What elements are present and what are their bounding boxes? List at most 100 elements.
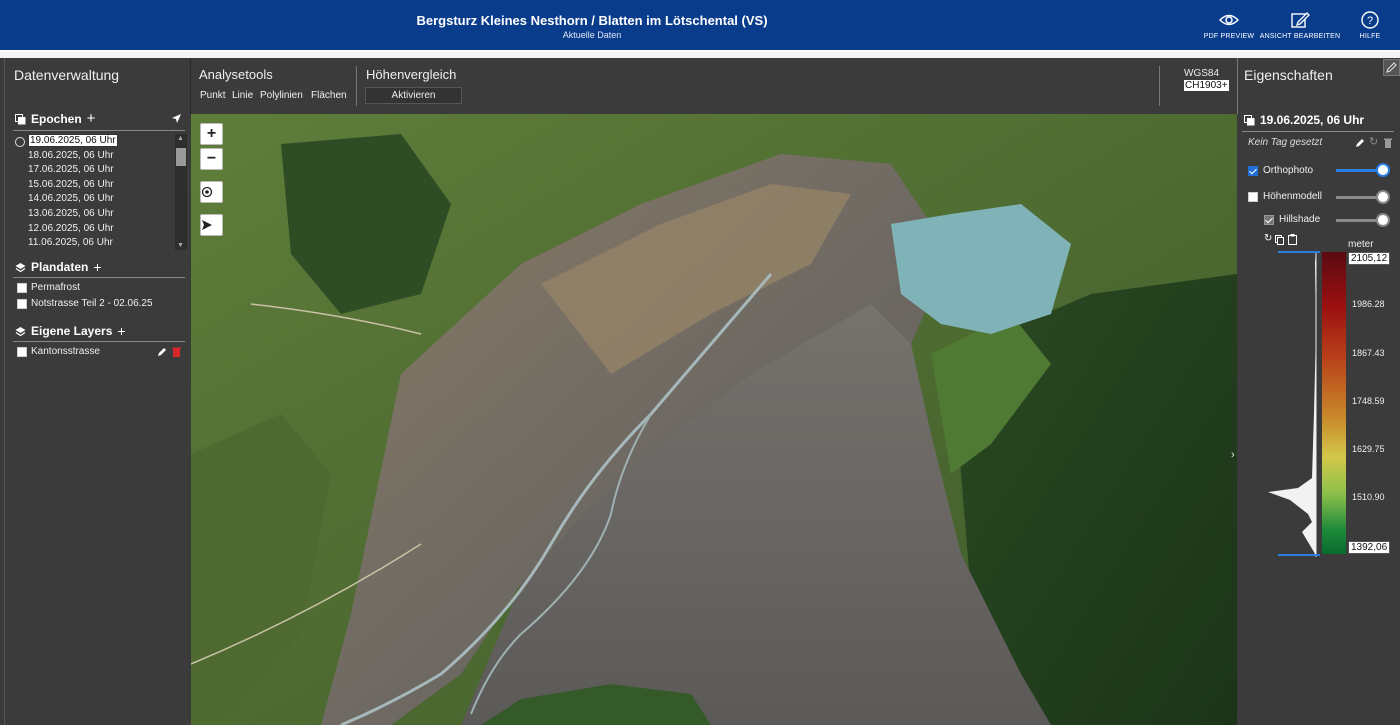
epoch-item[interactable]: 11.06.2025, 06 Uhr — [15, 236, 185, 251]
help-icon: ? — [1361, 11, 1379, 29]
locate-me-button[interactable] — [200, 181, 223, 203]
epoch-item[interactable]: 13.06.2025, 06 Uhr — [15, 207, 185, 222]
trash-icon[interactable] — [172, 347, 181, 357]
layer-label: Orthophoto — [1263, 165, 1314, 176]
eigene-layers-header: Eigene Layers + — [15, 323, 126, 339]
plandaten-label: Plandaten — [31, 260, 89, 274]
add-epoch-icon[interactable]: + — [87, 111, 96, 126]
ansicht-bearbeiten-button[interactable]: ANSICHT BEARBEITEN — [1258, 10, 1342, 40]
crs-wgs84[interactable]: WGS84 — [1184, 68, 1229, 80]
play-arrow-icon — [202, 220, 212, 230]
edit-panel-icon[interactable] — [1383, 59, 1400, 76]
checkbox[interactable] — [17, 346, 27, 357]
hilfe-label: HILFE — [1359, 33, 1381, 40]
zoom-in-button[interactable]: + — [200, 123, 223, 145]
layer-hoehenmodell[interactable]: Höhenmodell — [1248, 191, 1322, 202]
eigenschaften-title: Eigenschaften — [1244, 67, 1333, 83]
eigene-layers-label: Eigene Layers — [31, 324, 113, 338]
epoch-item[interactable]: 15.06.2025, 06 Uhr — [15, 178, 185, 193]
pencil-icon[interactable] — [1355, 138, 1365, 148]
checkbox[interactable] — [1248, 165, 1258, 176]
hilfe-button[interactable]: ? HILFE — [1350, 10, 1390, 40]
trash-icon[interactable] — [1384, 138, 1392, 148]
plandaten-item-label: Permafrost — [31, 282, 80, 293]
tick-label: 1867.43 — [1352, 348, 1385, 358]
map-view[interactable]: + − ⌃ ‹ › — [191, 114, 1237, 725]
epoch-item[interactable]: 14.06.2025, 06 Uhr — [15, 192, 185, 207]
plandaten-header: Plandaten + — [15, 259, 102, 275]
tool-flaechen[interactable]: Flächen — [311, 90, 347, 101]
layer-item[interactable]: Kantonsstrasse — [17, 346, 100, 357]
layers-icon — [15, 326, 26, 336]
checkbox[interactable] — [17, 282, 27, 293]
checkbox[interactable] — [17, 298, 27, 309]
epoch-radio[interactable] — [15, 137, 25, 147]
tool-punkt[interactable]: Punkt — [200, 90, 226, 101]
navigate-button[interactable] — [200, 214, 223, 236]
clipboard-icon[interactable] — [1288, 234, 1297, 245]
crs-ch1903[interactable]: CH1903+ — [1184, 80, 1229, 91]
analysetools-title: Analysetools — [199, 67, 273, 82]
layer-orthophoto[interactable]: Orthophoto — [1248, 165, 1313, 176]
min-range-handle[interactable] — [1278, 554, 1320, 556]
tick-label: 1510.90 — [1352, 492, 1385, 502]
divider — [13, 130, 185, 131]
collapse-top-icon[interactable]: ⌃ — [699, 114, 707, 122]
reset-icon[interactable]: ↻ — [1264, 233, 1272, 244]
checkbox[interactable] — [1248, 191, 1258, 202]
max-value-input[interactable]: 2105,12 — [1348, 252, 1391, 265]
opacity-slider[interactable] — [1336, 190, 1390, 204]
toolbar-separator — [356, 66, 357, 106]
epoch-item[interactable]: 17.06.2025, 06 Uhr — [15, 163, 185, 178]
epoch-item[interactable]: 12.06.2025, 06 Uhr — [15, 222, 185, 237]
scroll-up-icon[interactable]: ▲ — [177, 135, 184, 142]
eigenschaften-panel: Eigenschaften 19.06.2025, 06 Uhr Kein Ta… — [1238, 58, 1400, 725]
plandaten-item-label: Notstrasse Teil 2 - 02.06.25 — [31, 298, 153, 309]
aktivieren-button[interactable]: Aktivieren — [365, 87, 462, 104]
epochen-label: Epochen — [31, 112, 82, 126]
zoom-out-button[interactable]: − — [200, 148, 223, 170]
selected-epoch-date: 19.06.2025, 06 Uhr — [1260, 113, 1365, 127]
edit-icon — [1291, 12, 1310, 28]
app-header: Bergsturz Kleines Nesthorn / Blatten im … — [0, 0, 1400, 52]
min-value-input[interactable]: 1392,06 — [1348, 541, 1391, 554]
layer-label: Höhenmodell — [1263, 191, 1322, 202]
selected-epoch-header: 19.06.2025, 06 Uhr — [1244, 113, 1364, 127]
locate-icon[interactable] — [171, 113, 182, 124]
plandaten-item[interactable]: Permafrost — [17, 282, 80, 293]
add-layer-icon[interactable]: + — [117, 323, 125, 339]
scroll-down-icon[interactable]: ▼ — [177, 242, 184, 249]
divider — [13, 341, 185, 342]
layers-copy-icon — [15, 113, 26, 124]
crs-switcher[interactable]: WGS84 CH1903+ — [1184, 68, 1229, 92]
tick-label: 1748.59 — [1352, 396, 1385, 406]
ansicht-bearbeiten-label: ANSICHT BEARBEITEN — [1259, 33, 1341, 40]
tool-polylinien[interactable]: Polylinien — [260, 90, 303, 101]
epochen-header: Epochen + — [15, 111, 96, 126]
pdf-preview-button[interactable]: PDF PREVIEW — [1199, 10, 1259, 40]
datenverwaltung-title: Datenverwaltung — [14, 67, 120, 83]
collapse-right-icon[interactable]: › — [1231, 449, 1235, 461]
page-subtitle: Aktuelle Daten — [562, 30, 622, 40]
svg-text:?: ? — [1367, 15, 1373, 27]
plandaten-item[interactable]: Notstrasse Teil 2 - 02.06.25 — [17, 298, 153, 309]
toolbar-separator — [1159, 66, 1160, 106]
unit-label: meter — [1348, 239, 1374, 250]
opacity-slider[interactable] — [1336, 213, 1390, 227]
copy-icon[interactable] — [1275, 235, 1284, 245]
target-icon — [201, 186, 213, 198]
scroll-thumb[interactable] — [176, 148, 186, 166]
tool-linie[interactable]: Linie — [232, 90, 253, 101]
add-plandaten-icon[interactable]: + — [93, 259, 101, 275]
layer-hillshade[interactable]: Hillshade — [1264, 214, 1320, 225]
epoch-item[interactable]: 19.06.2025, 06 Uhr — [15, 134, 185, 149]
page-title: Bergsturz Kleines Nesthorn / Blatten im … — [416, 13, 768, 28]
refresh-icon[interactable]: ↻ — [1369, 135, 1378, 148]
pencil-icon[interactable] — [157, 347, 167, 357]
checkbox[interactable] — [1264, 214, 1274, 225]
epoch-scrollbar[interactable]: ▲ ▼ — [175, 134, 187, 250]
divider — [1242, 131, 1394, 132]
max-range-handle[interactable] — [1278, 251, 1320, 253]
opacity-slider[interactable] — [1336, 163, 1390, 177]
epoch-item[interactable]: 18.06.2025, 06 Uhr — [15, 149, 185, 164]
